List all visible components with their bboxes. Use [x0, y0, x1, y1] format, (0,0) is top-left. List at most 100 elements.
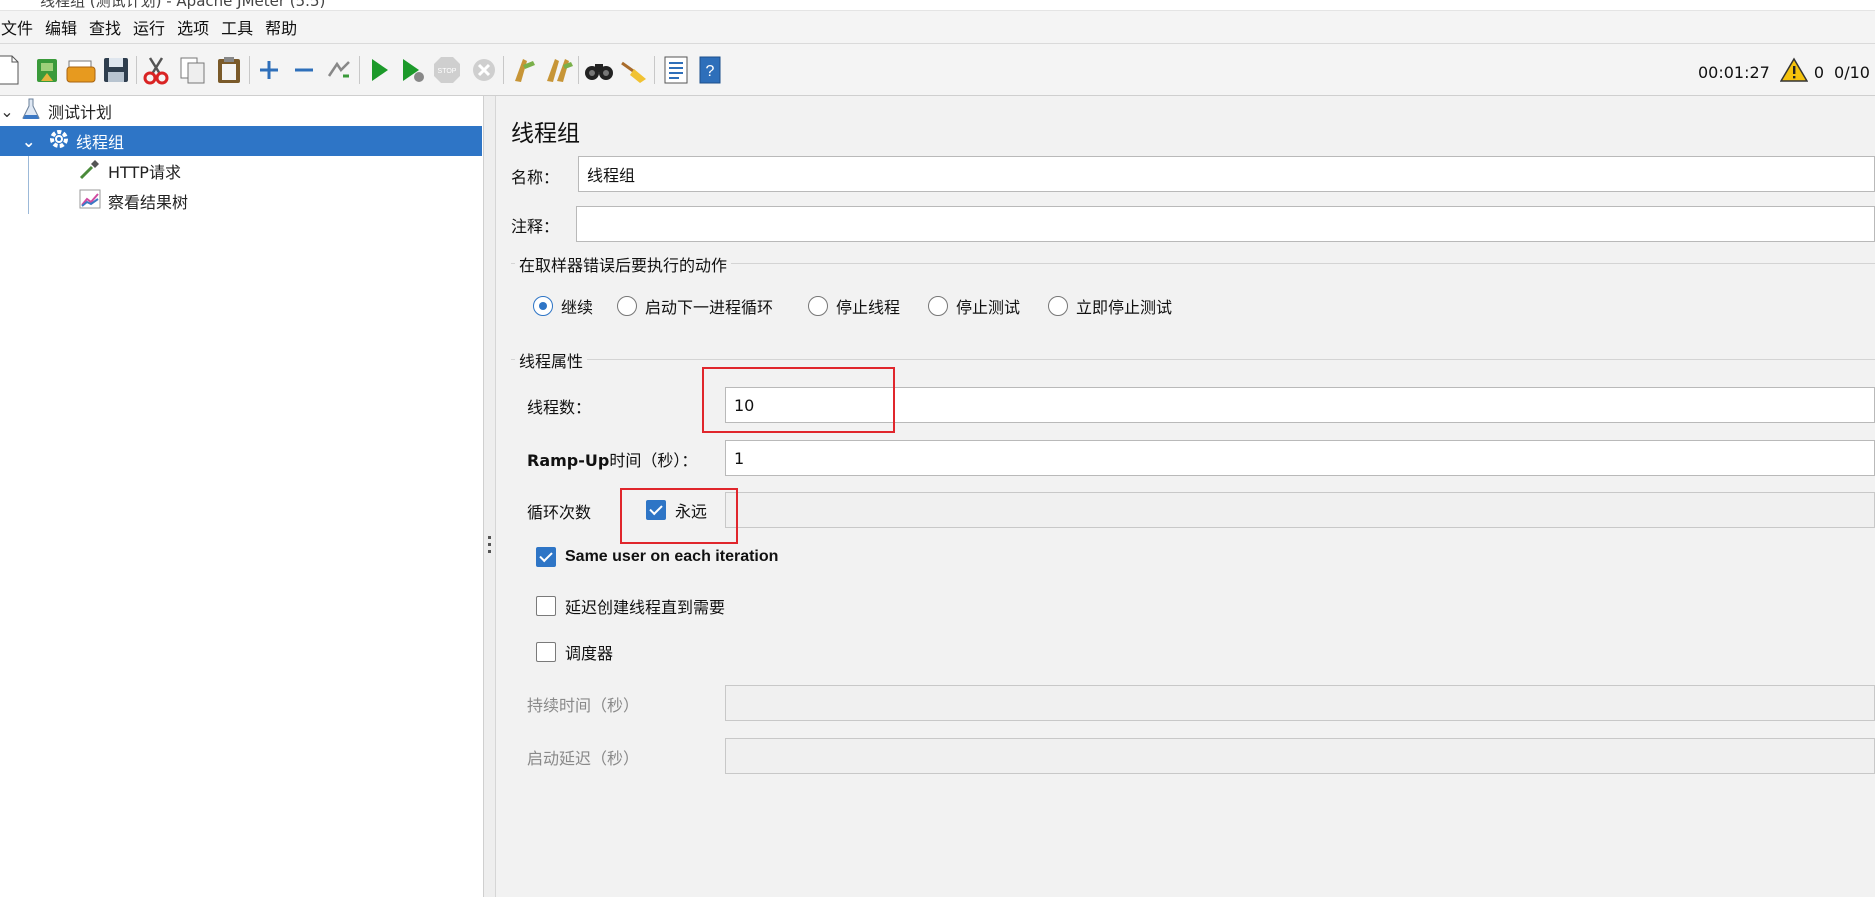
cut-icon[interactable]	[140, 53, 172, 87]
shutdown-icon[interactable]	[468, 53, 500, 87]
startup-delay-label: 启动延迟（秒）	[527, 749, 640, 768]
menu-tools[interactable]: 工具	[220, 13, 254, 41]
clear-all-icon[interactable]	[543, 53, 575, 87]
open-icon[interactable]	[65, 53, 97, 87]
status-area: 00:01:27 0 0/10	[1698, 57, 1870, 87]
pipette-icon	[78, 157, 102, 185]
tree-item-test-plan[interactable]: ⌄ 测试计划	[0, 96, 112, 126]
rampup-field[interactable]: 1	[725, 440, 1875, 476]
radio-label: 启动下一进程循环	[645, 298, 774, 317]
error-action-group-title: 在取样器错误后要执行的动作	[515, 252, 732, 276]
window-title: 线程组 (测试计划) - Apache JMeter (5.5)	[40, 0, 326, 10]
radio-unselected-icon[interactable]	[808, 296, 828, 316]
menu-help[interactable]: 帮助	[264, 13, 298, 41]
radio-label: 继续	[561, 298, 594, 317]
radio-stop-thread[interactable]: 停止线程	[808, 294, 900, 318]
chevron-down-icon[interactable]: ⌄	[22, 132, 38, 151]
radio-start-next-loop[interactable]: 启动下一进程循环	[617, 294, 773, 318]
radio-label: 停止测试	[956, 298, 1021, 317]
gear-icon	[48, 128, 70, 154]
duration-label: 持续时间（秒）	[527, 696, 640, 715]
tree-item-http-request[interactable]: HTTP请求	[78, 156, 181, 186]
menu-run[interactable]: 运行	[132, 13, 166, 41]
chart-icon	[78, 187, 102, 215]
comment-label: 注释：	[511, 217, 560, 236]
chevron-down-icon[interactable]: ⌄	[0, 102, 14, 121]
radio-selected-icon[interactable]	[533, 296, 553, 316]
active-threads: 0/10	[1834, 62, 1870, 82]
collapse-icon[interactable]	[288, 53, 320, 87]
rampup-label-rest: 时间（秒）：	[609, 451, 698, 470]
search-icon[interactable]	[583, 53, 615, 87]
delay-label: 延迟创建线程直到需要	[565, 598, 726, 617]
annotation-highlight-forever	[620, 488, 738, 544]
menu-search[interactable]: 查找	[88, 13, 122, 41]
menu-file[interactable]: 文件	[0, 13, 34, 41]
rampup-label-bold: Ramp-Up	[527, 451, 610, 470]
radio-label: 立即停止测试	[1076, 298, 1173, 317]
same-user-label: Same user on each iteration	[565, 548, 779, 565]
page-title: 线程组	[511, 121, 580, 147]
panel-splitter[interactable]	[484, 96, 496, 897]
toggle-icon[interactable]	[323, 53, 355, 87]
startup-delay-field[interactable]	[725, 738, 1875, 774]
function-helper-icon[interactable]	[660, 53, 692, 87]
radio-continue[interactable]: 继续	[533, 294, 593, 318]
stop-icon[interactable]: STOP	[431, 53, 463, 87]
toolbar: STOP ? 00:01:27 0 0/10	[0, 44, 1875, 96]
delay-thread-creation-checkbox[interactable]: 延迟创建线程直到需要	[536, 594, 725, 618]
warning-icon[interactable]	[1779, 57, 1809, 87]
radio-label: 停止线程	[836, 298, 901, 317]
scheduler-checkbox[interactable]: 调度器	[536, 640, 613, 664]
reset-search-icon[interactable]	[618, 53, 650, 87]
window-titlebar: 线程组 (测试计划) - Apache JMeter (5.5)	[0, 0, 1875, 11]
start-no-pause-icon[interactable]	[397, 53, 429, 87]
help-icon[interactable]: ?	[694, 53, 726, 87]
checkbox-unchecked-icon[interactable]	[536, 642, 556, 662]
tree-item-view-results-tree[interactable]: 察看结果树	[78, 186, 188, 216]
tree-item-thread-group[interactable]: ⌄ 线程组	[0, 126, 482, 156]
name-label: 名称：	[511, 168, 560, 187]
name-field[interactable]: 线程组	[578, 156, 1875, 192]
clear-icon[interactable]	[508, 53, 540, 87]
paste-icon[interactable]	[213, 53, 245, 87]
menu-edit[interactable]: 编辑	[44, 13, 78, 41]
new-icon[interactable]	[0, 53, 24, 87]
templates-icon[interactable]	[32, 53, 64, 87]
svg-text:STOP: STOP	[438, 68, 457, 75]
radio-unselected-icon[interactable]	[1048, 296, 1068, 316]
copy-icon[interactable]	[177, 53, 209, 87]
radio-unselected-icon[interactable]	[928, 296, 948, 316]
tree-item-label: 察看结果树	[108, 193, 189, 212]
svg-text:?: ?	[706, 63, 715, 80]
warning-count: 0	[1813, 62, 1825, 82]
splitter-grip-icon[interactable]	[488, 536, 491, 556]
tree-item-label: 线程组	[76, 133, 125, 152]
checkbox-checked-icon[interactable]	[536, 547, 556, 567]
duration-field[interactable]	[725, 685, 1875, 721]
radio-stop-test[interactable]: 停止测试	[928, 294, 1020, 318]
thread-properties-group-title: 线程属性	[515, 348, 588, 372]
comment-field[interactable]	[576, 206, 1875, 242]
start-icon[interactable]	[363, 53, 395, 87]
expand-icon[interactable]	[253, 53, 285, 87]
elapsed-time: 00:01:27	[1698, 62, 1770, 82]
tree-item-label: 测试计划	[48, 103, 113, 122]
loop-count-field[interactable]	[725, 492, 1875, 528]
radio-unselected-icon[interactable]	[617, 296, 637, 316]
same-user-checkbox[interactable]: Same user on each iteration	[536, 547, 778, 567]
thread-group-panel: 线程组 名称： 线程组 注释： 在取样器错误后要执行的动作 继续 启动下一进程循…	[497, 96, 1875, 897]
tree-item-label: HTTP请求	[108, 163, 181, 182]
loop-count-label: 循环次数	[527, 503, 592, 522]
radio-stop-test-now[interactable]: 立即停止测试	[1048, 294, 1172, 318]
menu-bar: 文件 编辑 查找 运行 选项 工具 帮助	[0, 11, 1875, 44]
save-icon[interactable]	[100, 53, 132, 87]
threads-field[interactable]: 10	[725, 387, 1875, 423]
flask-icon	[22, 98, 40, 124]
checkbox-unchecked-icon[interactable]	[536, 596, 556, 616]
threads-label: 线程数：	[527, 398, 592, 417]
menu-options[interactable]: 选项	[176, 13, 210, 41]
annotation-highlight-threads	[702, 367, 895, 433]
test-plan-tree: ⌄ 测试计划 ⌄ 线程组 HTTP请求 察看结果树	[0, 96, 484, 897]
scheduler-label: 调度器	[565, 644, 614, 663]
